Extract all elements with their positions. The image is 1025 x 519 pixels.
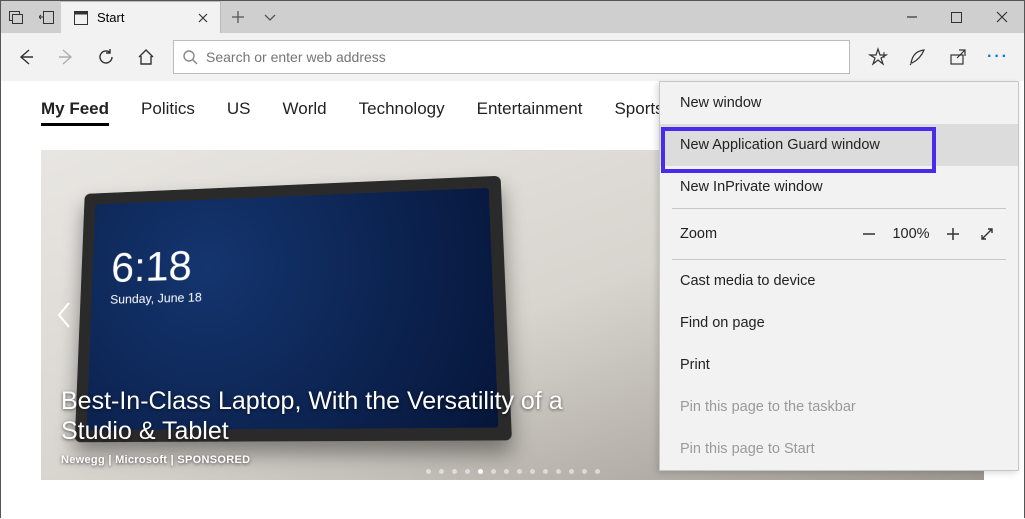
- more-menu: New window New Application Guard window …: [659, 81, 1019, 471]
- set-aside-tabs-icon[interactable]: [31, 1, 61, 33]
- tab-preview-icon[interactable]: [1, 1, 31, 33]
- carousel-dot[interactable]: [426, 469, 431, 474]
- carousel-dot[interactable]: [517, 469, 522, 474]
- carousel-dot[interactable]: [452, 469, 457, 474]
- more-button[interactable]: ···: [978, 38, 1018, 76]
- tab-title: Start: [97, 10, 124, 25]
- favorites-button[interactable]: [858, 38, 898, 76]
- carousel-dot[interactable]: [595, 469, 600, 474]
- notes-button[interactable]: [898, 38, 938, 76]
- zoom-out-button[interactable]: [852, 219, 886, 249]
- hero-headline: Best-In-Class Laptop, With the Versatili…: [61, 386, 563, 446]
- hero-source: Newegg | Microsoft | SPONSORED: [61, 454, 563, 466]
- menu-find[interactable]: Find on page: [660, 302, 1018, 344]
- nav-item-technology[interactable]: Technology: [359, 99, 445, 126]
- carousel-dot[interactable]: [582, 469, 587, 474]
- menu-new-app-guard-window[interactable]: New Application Guard window: [660, 124, 1018, 166]
- carousel-prev-button[interactable]: [47, 285, 81, 345]
- minimize-button[interactable]: [889, 1, 934, 33]
- nav-item-entertainment[interactable]: Entertainment: [477, 99, 583, 126]
- hero-overlay: Best-In-Class Laptop, With the Versatili…: [61, 386, 563, 466]
- nav-item-world[interactable]: World: [283, 99, 327, 126]
- menu-zoom-row: Zoom 100%: [660, 209, 1018, 259]
- refresh-button[interactable]: [87, 38, 125, 76]
- close-window-button[interactable]: [979, 1, 1024, 33]
- carousel-dot[interactable]: [465, 469, 470, 474]
- nav-item-sports[interactable]: Sports: [614, 99, 663, 126]
- browser-tab[interactable]: Start: [61, 1, 221, 33]
- address-bar[interactable]: [173, 40, 850, 74]
- menu-new-inprivate-window[interactable]: New InPrivate window: [660, 166, 1018, 208]
- carousel-dot[interactable]: [478, 469, 483, 474]
- carousel-dot[interactable]: [530, 469, 535, 474]
- menu-print[interactable]: Print: [660, 344, 1018, 386]
- tab-tools: [1, 1, 61, 33]
- new-tab-button[interactable]: [221, 1, 255, 33]
- page-icon: [71, 8, 91, 28]
- zoom-in-button[interactable]: [936, 219, 970, 249]
- menu-new-window[interactable]: New window: [660, 82, 1018, 124]
- toolbar: ···: [1, 33, 1024, 81]
- nav-item-my-feed[interactable]: My Feed: [41, 99, 109, 126]
- menu-pin-taskbar: Pin this page to the taskbar: [660, 386, 1018, 428]
- fullscreen-button[interactable]: [970, 219, 1004, 249]
- share-button[interactable]: [938, 38, 978, 76]
- carousel-dot[interactable]: [556, 469, 561, 474]
- carousel-dot[interactable]: [491, 469, 496, 474]
- zoom-value: 100%: [886, 226, 936, 242]
- forward-button[interactable]: [47, 38, 85, 76]
- carousel-dot[interactable]: [504, 469, 509, 474]
- close-tab-icon[interactable]: [194, 9, 212, 27]
- tab-actions-chevron-icon[interactable]: [255, 1, 285, 33]
- address-input[interactable]: [206, 49, 849, 65]
- search-icon: [174, 49, 206, 65]
- maximize-button[interactable]: [934, 1, 979, 33]
- nav-item-politics[interactable]: Politics: [141, 99, 195, 126]
- menu-cast[interactable]: Cast media to device: [660, 260, 1018, 302]
- carousel-dot[interactable]: [543, 469, 548, 474]
- home-button[interactable]: [127, 38, 165, 76]
- title-bar: Start: [1, 1, 1024, 33]
- carousel-dot[interactable]: [569, 469, 574, 474]
- menu-pin-start: Pin this page to Start: [660, 428, 1018, 470]
- carousel-dot[interactable]: [439, 469, 444, 474]
- zoom-label: Zoom: [680, 226, 852, 242]
- more-icon: ···: [987, 48, 1009, 66]
- carousel-dots: [426, 469, 600, 474]
- back-button[interactable]: [7, 38, 45, 76]
- nav-item-us[interactable]: US: [227, 99, 251, 126]
